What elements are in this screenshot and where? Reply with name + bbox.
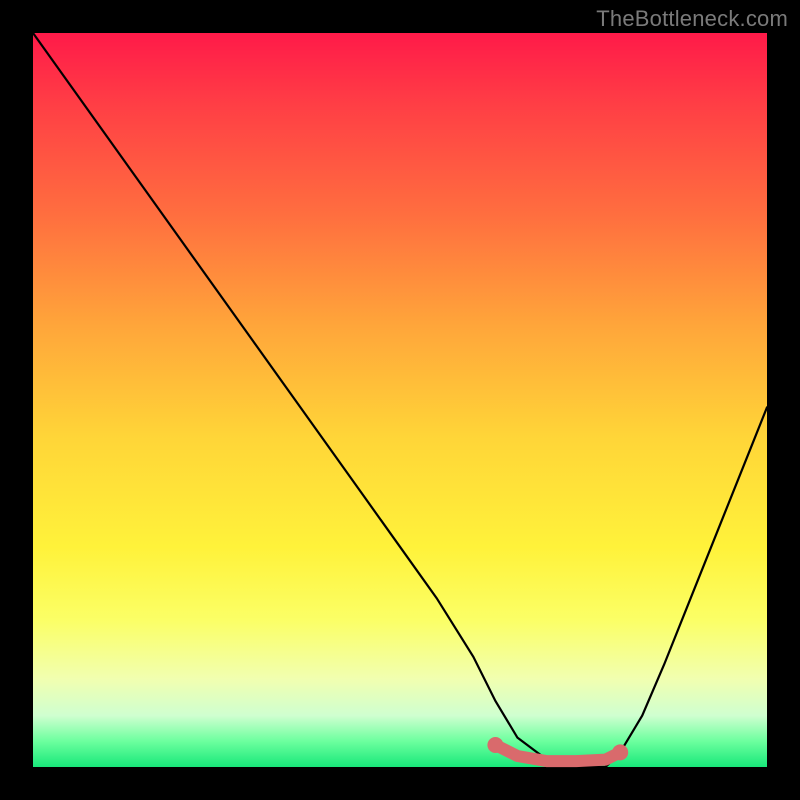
curve-layer: [33, 33, 767, 767]
chart-frame: TheBottleneck.com: [0, 0, 800, 800]
plot-area: [33, 33, 767, 767]
bottleneck-curve: [33, 33, 767, 767]
optimal-range-start-dot: [487, 737, 503, 753]
optimal-range-segment: [495, 745, 620, 761]
optimal-range-end-dot: [612, 744, 628, 760]
watermark-text: TheBottleneck.com: [596, 6, 788, 32]
